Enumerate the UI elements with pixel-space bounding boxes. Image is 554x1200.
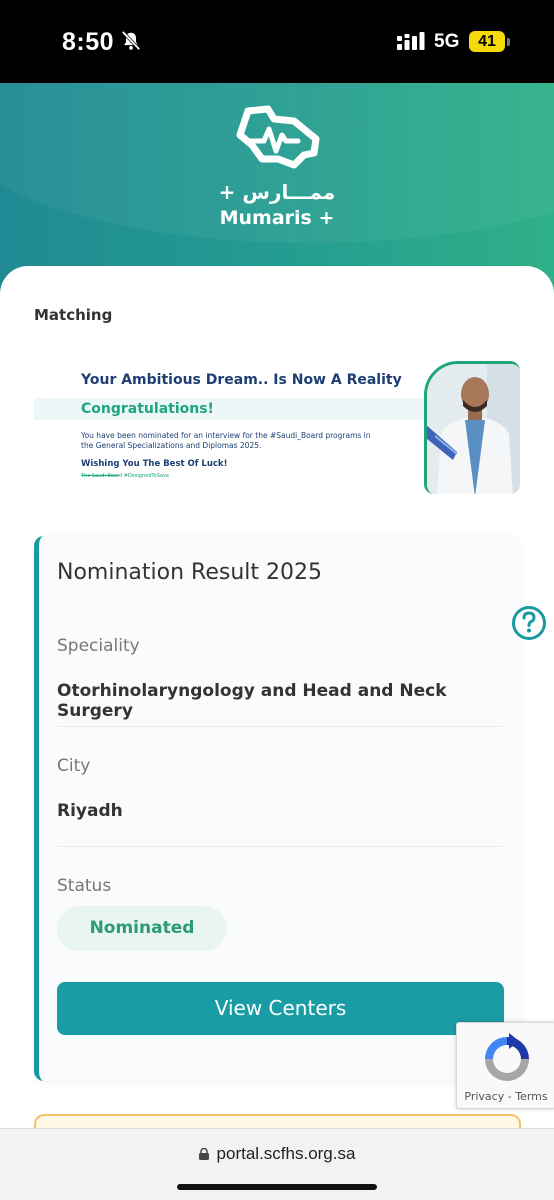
section-title: Matching: [34, 306, 113, 324]
url-text: portal.scfhs.org.sa: [216, 1144, 356, 1163]
url-field[interactable]: portal.scfhs.org.sa: [0, 1144, 554, 1164]
browser-url-bar[interactable]: portal.scfhs.org.sa: [0, 1128, 554, 1200]
status-label: Status: [57, 876, 112, 896]
view-centers-button[interactable]: View Centers: [57, 982, 504, 1035]
speciality-value: Otorhinolaryngology and Head and Neck Su…: [57, 681, 447, 721]
battery-icon: 41: [469, 31, 505, 52]
banner-body: You have been nominated for an interview…: [81, 431, 371, 450]
network-type: 5G: [434, 31, 460, 52]
brand-name-english: Mumaris +: [219, 207, 335, 229]
divider: [57, 726, 503, 727]
recaptcha-icon: [485, 1033, 529, 1081]
divider: [57, 846, 503, 847]
battery-cap: [507, 38, 510, 46]
recaptcha-badge[interactable]: Privacy - Terms: [456, 1022, 554, 1109]
help-icon[interactable]: [511, 605, 547, 641]
lock-icon: [198, 1148, 209, 1160]
result-title: Nomination Result 2025: [57, 560, 322, 585]
recaptcha-text[interactable]: Privacy - Terms: [457, 1090, 554, 1103]
speciality-label: Speciality: [57, 636, 140, 656]
status-bar: 8:50 5G 41: [0, 0, 554, 83]
mumaris-logo: [236, 105, 320, 169]
brand-name-arabic: ممـــارس +: [218, 180, 336, 204]
congratulations-banner: Your Ambitious Dream.. Is Now A Reality …: [34, 361, 520, 494]
banner-tag: The Saudi Board #DesignedToSave: [81, 473, 169, 479]
doctor-photo: [424, 361, 520, 494]
banner-wish: Wishing You The Best Of Luck!: [81, 459, 228, 469]
bell-slash-icon: [121, 30, 141, 51]
page: 8:50 5G 41 ممـــارس + Mumaris + Matching…: [0, 0, 554, 1200]
home-indicator[interactable]: [177, 1184, 377, 1190]
signal-icon: [397, 32, 425, 50]
status-badge: Nominated: [57, 906, 227, 951]
city-label: City: [57, 756, 91, 776]
doctor-illustration: [427, 364, 520, 494]
nomination-result-card: Nomination Result 2025 Speciality Otorhi…: [34, 536, 521, 1081]
status-time: 8:50: [62, 28, 115, 56]
banner-congrats: Congratulations!: [81, 401, 214, 417]
banner-headline: Your Ambitious Dream.. Is Now A Reality: [81, 372, 402, 388]
city-value: Riyadh: [57, 801, 123, 821]
